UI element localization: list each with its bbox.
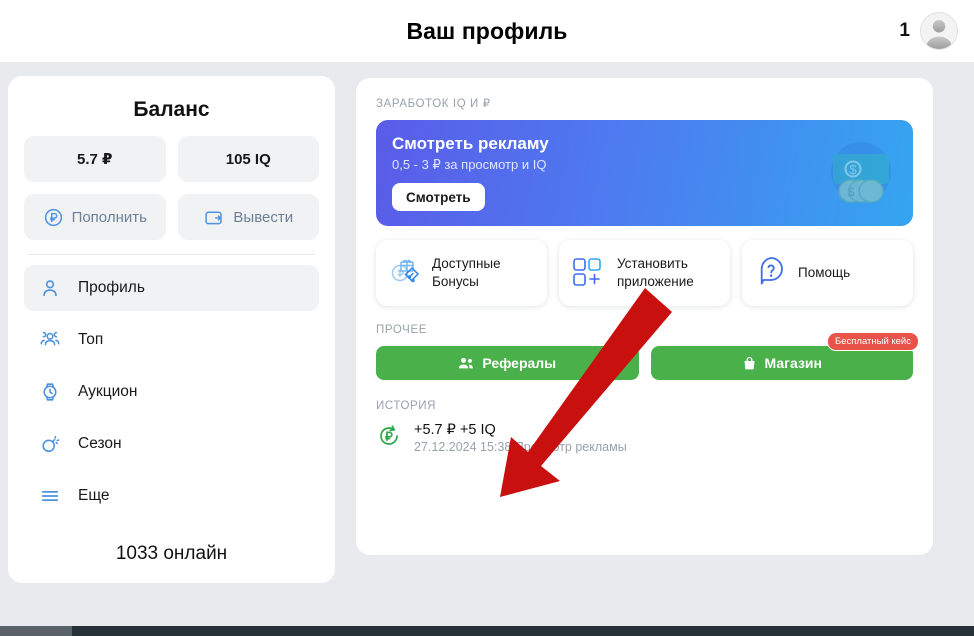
bottom-bar — [0, 626, 974, 636]
shop-label: Магазин — [764, 355, 822, 371]
user-icon — [38, 276, 62, 300]
available-bonuses-tile[interactable]: Доступные Бонусы — [376, 240, 547, 306]
bomb-icon — [38, 432, 62, 456]
withdraw-button[interactable]: Вывести — [177, 194, 319, 240]
sidebar-item-top[interactable]: Топ — [24, 317, 319, 363]
gift-coin-discount-icon — [388, 254, 422, 293]
ruble-circle-icon — [44, 208, 62, 226]
scrollbar-thumb[interactable] — [0, 626, 72, 636]
people-icon — [459, 357, 474, 369]
balance-iq-chip: 105 IQ — [177, 136, 319, 182]
help-tile[interactable]: Помощь — [742, 240, 913, 306]
apps-grid-plus-icon — [571, 255, 607, 292]
sidebar: Баланс 5.7 ₽ 105 IQ Пополнить Вывести Пр… — [8, 76, 335, 583]
notification-count: 1 — [899, 20, 910, 41]
install-app-tile[interactable]: Установить приложение — [559, 240, 730, 306]
shopping-bag-icon — [744, 356, 755, 369]
watch-ads-banner[interactable]: Смотреть рекламу 0,5 - 3 ₽ за просмотр и… — [376, 120, 913, 226]
ruble-refund-icon — [376, 423, 402, 454]
quick-action-tiles: Доступные Бонусы Установить приложение П… — [376, 240, 913, 306]
avatar[interactable] — [920, 12, 958, 50]
sidebar-item-profile[interactable]: Профиль — [24, 265, 319, 311]
question-mark-icon — [754, 254, 788, 293]
profile-page: Ваш профиль 1 Баланс 5.7 ₽ 105 IQ Пополн… — [0, 0, 974, 636]
tile-label: Доступные Бонусы — [432, 255, 501, 289]
tile-label: Установить приложение — [617, 255, 694, 289]
history-text-group: +5.7 ₽ +5 IQ 27.12.2024 15:38 Просмотр р… — [414, 422, 627, 454]
sidebar-item-label: Топ — [78, 331, 104, 348]
sidebar-item-label: Профиль — [78, 279, 145, 296]
deposit-button[interactable]: Пополнить — [24, 194, 166, 240]
watch-button[interactable]: Смотреть — [392, 183, 485, 211]
earn-section-label: Заработок IQ и ₽ — [376, 98, 491, 110]
history-amount: +5.7 ₽ +5 IQ — [414, 422, 496, 438]
referrals-button[interactable]: Рефералы — [376, 346, 639, 380]
online-counter: 1033 онлайн — [115, 543, 228, 564]
page-title: Ваш профиль — [406, 17, 568, 44]
header-right-group: 1 — [899, 12, 958, 50]
sidebar-item-season[interactable]: Сезон — [24, 421, 319, 467]
page-header: Ваш профиль 1 — [0, 0, 974, 62]
svg-text:$: $ — [849, 162, 857, 177]
hamburger-menu-icon — [38, 484, 62, 508]
page-content: Баланс 5.7 ₽ 105 IQ Пополнить Вывести Пр… — [0, 62, 974, 614]
withdraw-label: Вывести — [233, 208, 294, 226]
sidebar-item-more[interactable]: Еще — [24, 473, 319, 519]
wallet-arrow-icon — [205, 211, 223, 224]
free-case-badge[interactable]: Бесплатный кейс — [826, 332, 919, 351]
sidebar-divider — [28, 254, 315, 255]
people-group-icon — [38, 328, 62, 352]
sidebar-item-label: Аукцион — [78, 383, 138, 400]
balance-actions: Пополнить Вывести — [24, 194, 319, 240]
other-buttons-row: Рефералы Магазин Бесплатный кейс — [376, 332, 919, 380]
sidebar-item-auction[interactable]: Аукцион — [24, 369, 319, 415]
svg-text:$: $ — [848, 185, 855, 199]
sidebar-item-label: Сезон — [78, 435, 122, 452]
history-section-label: История — [376, 400, 437, 412]
history-item: +5.7 ₽ +5 IQ 27.12.2024 15:38 Просмотр р… — [376, 422, 913, 454]
main-panel: Заработок IQ и ₽ Смотреть рекламу 0,5 - … — [356, 78, 933, 555]
watch-clock-icon — [38, 380, 62, 404]
balance-title: Баланс — [133, 98, 210, 121]
balance-rub-chip: 5.7 ₽ — [24, 136, 166, 182]
banknote-coins-icon: $ $ — [821, 134, 901, 217]
history-meta: 27.12.2024 15:38 Просмотр рекламы — [414, 440, 627, 454]
referrals-label: Рефералы — [482, 355, 557, 371]
deposit-label: Пополнить — [71, 208, 147, 226]
balance-chips: 5.7 ₽ 105 IQ — [24, 136, 319, 182]
user-silhouette-avatar-icon — [925, 20, 953, 49]
sidebar-item-label: Еще — [78, 487, 110, 504]
shop-button[interactable]: Магазин — [650, 346, 913, 380]
tile-label: Помощь — [798, 264, 851, 280]
